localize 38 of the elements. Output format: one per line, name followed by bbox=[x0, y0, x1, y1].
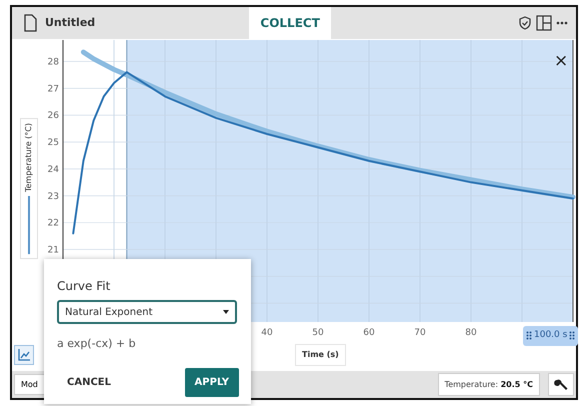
caret-icon bbox=[223, 310, 229, 314]
selection-handle-label[interactable]: 100.0 s bbox=[523, 326, 578, 346]
x-axis-label: Time (s) bbox=[295, 344, 346, 366]
y-tick-label: 22 bbox=[48, 218, 59, 229]
document-icon bbox=[24, 14, 37, 32]
x-tick-label: 40 bbox=[261, 328, 273, 338]
cancel-button[interactable]: CANCEL bbox=[57, 370, 121, 394]
y-tick-label: 26 bbox=[48, 111, 59, 122]
x-tick-label: 50 bbox=[312, 328, 324, 338]
y-tick-label: 21 bbox=[48, 245, 59, 256]
dialog-title: Curve Fit bbox=[57, 278, 112, 295]
apply-button[interactable]: APPLY bbox=[184, 368, 239, 396]
y-tick-label: 24 bbox=[48, 164, 59, 175]
mode-button[interactable]: Mod bbox=[14, 374, 45, 395]
collect-tab[interactable]: COLLECT bbox=[249, 7, 332, 39]
y-tick-label: 23 bbox=[48, 192, 59, 202]
x-tick-label: 80 bbox=[465, 328, 477, 338]
graph-icon bbox=[18, 349, 30, 361]
wrench-icon bbox=[554, 378, 568, 392]
close-button[interactable]: × bbox=[554, 53, 568, 70]
more-icon[interactable] bbox=[556, 20, 568, 26]
x-tick-label: 60 bbox=[363, 328, 375, 338]
grip-icon[interactable] bbox=[526, 331, 532, 340]
shield-check-icon[interactable] bbox=[518, 16, 532, 30]
formula-text: a exp(-cx) + b bbox=[57, 336, 137, 352]
y-tick-label: 27 bbox=[48, 84, 59, 94]
layout-icon[interactable] bbox=[536, 15, 552, 31]
series-legend-line bbox=[28, 196, 30, 255]
sensor-reading[interactable]: Temperature: 20.5 °C bbox=[438, 373, 540, 396]
graph-tools-button[interactable] bbox=[14, 345, 34, 365]
grip-icon[interactable] bbox=[569, 331, 576, 340]
document-title: Untitled bbox=[45, 14, 96, 31]
y-tick-label: 28 bbox=[48, 57, 59, 68]
y-axis-label: Temperature (°C) bbox=[20, 118, 38, 260]
x-tick-label: 70 bbox=[414, 328, 426, 338]
y-tick-label: 25 bbox=[48, 138, 59, 148]
model-dropdown[interactable]: Natural Exponent bbox=[57, 300, 237, 324]
wrench-button[interactable] bbox=[548, 373, 574, 396]
